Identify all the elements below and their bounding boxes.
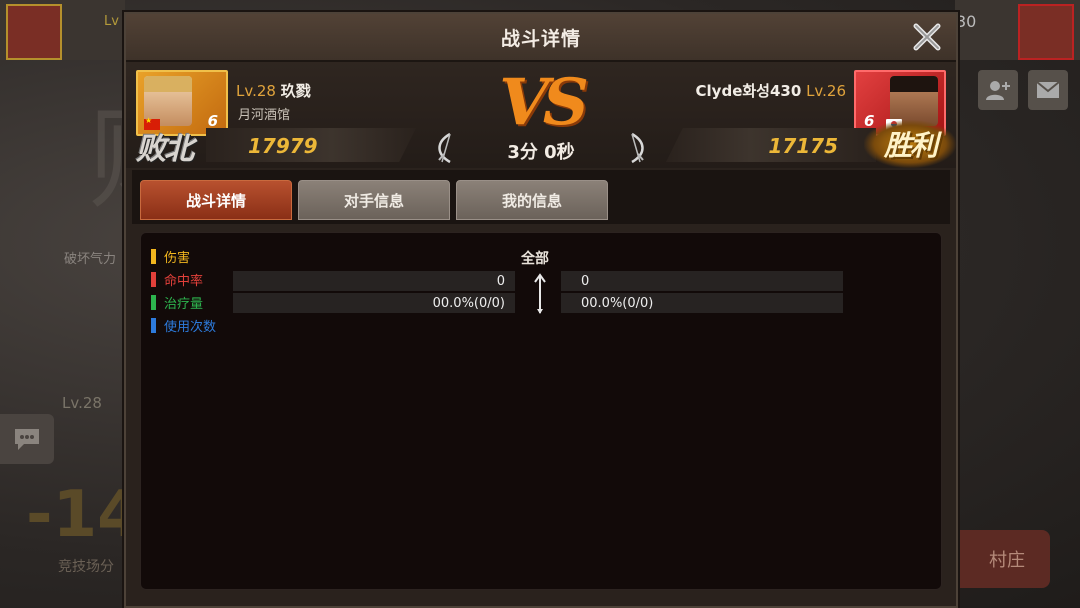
right-player-score: 17175 — [768, 134, 838, 158]
vs-emblem: VS — [499, 65, 589, 140]
legend-swatch — [151, 295, 156, 310]
legend-label: 使用次数 — [164, 320, 217, 335]
mail-icon — [1036, 81, 1060, 98]
legend-swatch — [151, 272, 156, 287]
victory-badge: 胜利 — [864, 120, 956, 168]
battle-details-dialog: 战斗详情 6 Lv.28 玖戮 月河酒馆 VS Clyde화성430 Lv.26 — [124, 12, 958, 608]
tab-battle-details[interactable]: 战斗详情 — [140, 180, 292, 220]
close-icon — [913, 23, 941, 51]
right-stat-value: 0 — [581, 273, 590, 289]
add-friend-button[interactable] — [978, 70, 1018, 110]
legend-swatch — [151, 318, 156, 333]
legend-label: 伤害 — [164, 251, 191, 266]
battle-duration: 3分 0秒 — [507, 142, 575, 163]
legend-healing[interactable]: 治疗量 — [151, 291, 216, 314]
tab-label: 我的信息 — [501, 191, 562, 210]
battle-details-panel: 伤害 命中率 治疗量 使用次数 全部 0 0 00.0%(0/0) 00.0%(… — [140, 232, 942, 590]
victory-text: 胜利 — [883, 129, 938, 162]
bg-left-avatar — [6, 4, 62, 60]
tab-label: 对手信息 — [343, 191, 404, 210]
stat-legend: 伤害 命中率 治疗量 使用次数 — [151, 245, 216, 337]
left-player-level: Lv.28 — [236, 82, 276, 100]
tab-label: 战斗详情 — [185, 191, 246, 210]
left-player-name: 玖戮 — [280, 82, 311, 100]
chat-button[interactable] — [0, 414, 54, 464]
village-button-label: 村庄 — [989, 550, 1025, 571]
bg-arena-label: 竞技场分 — [58, 559, 114, 575]
sort-arrow-icon[interactable] — [534, 273, 546, 315]
right-stat-row-1: 0 — [561, 271, 843, 291]
bg-player-level: Lv.28 — [62, 394, 102, 412]
mail-button[interactable] — [1028, 70, 1068, 110]
left-stat-value: 00.0%(0/0) — [432, 295, 505, 311]
left-player-guild: 月河酒馆 — [238, 108, 291, 123]
legend-use-count[interactable]: 使用次数 — [151, 314, 216, 337]
left-player-stars: 6 — [207, 112, 218, 130]
left-stat-value: 0 — [496, 273, 505, 289]
left-player-score: 17979 — [248, 134, 318, 158]
right-bow-icon — [631, 132, 644, 164]
bg-energy-label: 破坏气力 — [64, 252, 117, 267]
right-player-name: Clyde화성430 — [695, 82, 802, 100]
legend-hit-rate[interactable]: 命中率 — [151, 268, 216, 291]
legend-label: 治疗量 — [164, 297, 204, 312]
dialog-titlebar: 战斗详情 — [126, 14, 956, 62]
right-player-hair — [890, 76, 938, 92]
chat-icon — [15, 429, 39, 450]
add-friend-icon — [986, 81, 1010, 100]
right-player-info: Clyde화성430 Lv.26 — [696, 80, 846, 101]
left-bow-icon — [438, 132, 451, 164]
filter-all-label[interactable]: 全部 — [521, 248, 549, 268]
tab-bar: 战斗详情 对手信息 我的信息 — [132, 170, 950, 224]
legend-label: 命中率 — [164, 274, 204, 289]
right-player-level: Lv.26 — [806, 82, 846, 100]
left-stat-row-1: 0 — [233, 271, 515, 291]
left-player-info: Lv.28 玖戮 — [236, 80, 311, 101]
defeat-badge: 败北 — [136, 132, 194, 167]
left-stat-row-2: 00.0%(0/0) — [233, 293, 515, 313]
bg-left-level: Lv — [104, 14, 119, 29]
battle-header: 6 Lv.28 玖戮 月河酒馆 VS Clyde화성430 Lv.26 6 败北… — [126, 62, 956, 168]
bg-right-number: 30 — [956, 12, 977, 31]
tab-opponent-info[interactable]: 对手信息 — [298, 180, 450, 220]
legend-damage[interactable]: 伤害 — [151, 245, 216, 268]
right-stat-value: 00.0%(0/0) — [581, 295, 654, 311]
dialog-title: 战斗详情 — [500, 27, 581, 50]
tab-my-info[interactable]: 我的信息 — [456, 180, 608, 220]
legend-swatch — [151, 249, 156, 264]
bg-right-avatar — [1018, 4, 1074, 60]
left-player-hair — [144, 76, 192, 92]
close-button[interactable] — [910, 20, 944, 54]
bg-left-player-card: Lv — [0, 0, 125, 60]
right-stat-row-2: 00.0%(0/0) — [561, 293, 843, 313]
